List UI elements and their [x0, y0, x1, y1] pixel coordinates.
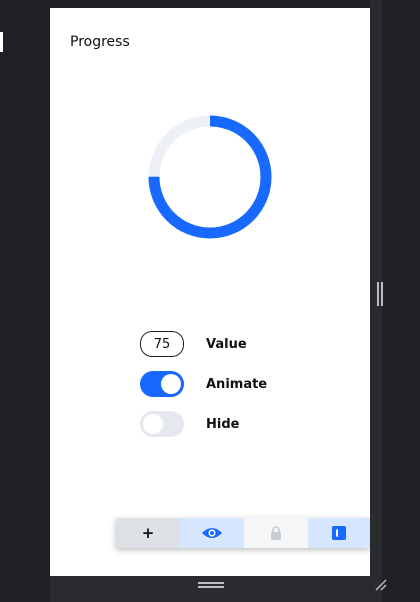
eye-icon — [202, 528, 222, 538]
window-edge — [0, 32, 3, 52]
add-button[interactable]: + — [116, 518, 180, 548]
hide-row: Hide — [140, 410, 239, 438]
toggle-knob — [143, 414, 163, 434]
panel-title: Progress — [70, 34, 130, 50]
lock-icon — [271, 526, 281, 540]
value-label: Value — [206, 336, 247, 352]
toggle-knob — [161, 374, 181, 394]
hide-label: Hide — [206, 416, 240, 432]
animate-toggle[interactable] — [140, 371, 184, 397]
resize-corner-icon[interactable] — [374, 578, 388, 592]
frame-icon — [332, 526, 346, 540]
visibility-button[interactable] — [180, 518, 244, 548]
progress-ring — [148, 115, 272, 239]
frame-button[interactable] — [308, 518, 370, 548]
animate-row: Animate — [140, 370, 267, 398]
bottom-toolbar: + — [116, 518, 370, 548]
value-input[interactable]: 75 — [140, 331, 184, 357]
animate-label: Animate — [206, 376, 268, 392]
vertical-resize-handle[interactable] — [377, 282, 385, 306]
value-row: 75 Value — [140, 330, 247, 358]
lock-button[interactable] — [244, 518, 308, 548]
hide-toggle[interactable] — [140, 411, 184, 437]
preview-panel: Progress 75 Value Animate Hide + — [50, 8, 370, 576]
horizontal-resize-handle[interactable] — [198, 582, 224, 590]
